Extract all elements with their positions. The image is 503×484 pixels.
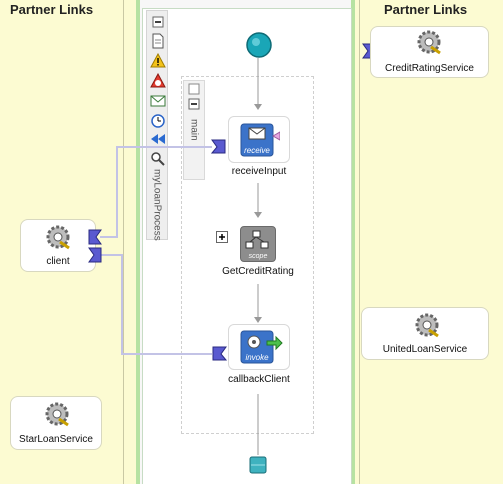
client-port-callback-icon[interactable] <box>88 247 102 263</box>
gear-icon <box>417 30 441 55</box>
partner-link-star-loan-service-label: StarLoanService <box>19 434 93 445</box>
get-credit-rating-label: GetCreditRating <box>222 266 294 277</box>
receive-port-icon[interactable] <box>211 139 227 155</box>
gear-icon <box>46 225 70 250</box>
partner-link-credit-rating-service[interactable]: CreditRatingService <box>370 26 489 78</box>
start-node-icon[interactable] <box>245 31 273 59</box>
partner-link-client[interactable]: client <box>20 219 96 272</box>
partner-link-united-loan-service-label: UnitedLoanService <box>382 344 468 355</box>
gear-icon <box>415 313 439 338</box>
svg-text:scope: scope <box>249 253 268 260</box>
partner-link-credit-rating-service-label: CreditRatingService <box>385 63 474 74</box>
callback-client-activity[interactable]: invoke <box>228 324 290 370</box>
svg-text:receive: receive <box>244 146 270 155</box>
invoke-port-icon[interactable] <box>212 346 228 362</box>
scope-icon: scope <box>245 230 269 260</box>
receive-input-label: receiveInput <box>231 166 287 177</box>
partner-link-client-label: client <box>46 256 70 267</box>
invoke-icon: invoke <box>240 330 283 364</box>
svg-text:invoke: invoke <box>245 353 269 362</box>
receive-icon: receive <box>240 123 280 157</box>
partner-link-united-loan-service[interactable]: UnitedLoanService <box>361 307 489 360</box>
get-credit-rating-scope[interactable]: scope <box>240 226 276 262</box>
receive-input-activity[interactable]: receive <box>228 116 290 163</box>
partner-link-star-loan-service[interactable]: StarLoanService <box>10 396 102 450</box>
gear-icon <box>45 402 69 427</box>
bpel-designer-canvas: Partner Links Partner Links myLoanProces… <box>0 0 503 484</box>
end-node-icon[interactable] <box>249 456 267 474</box>
client-port-receive-icon[interactable] <box>88 229 102 245</box>
expand-scope-icon[interactable] <box>216 231 228 243</box>
callback-client-label: callbackClient <box>228 374 290 385</box>
